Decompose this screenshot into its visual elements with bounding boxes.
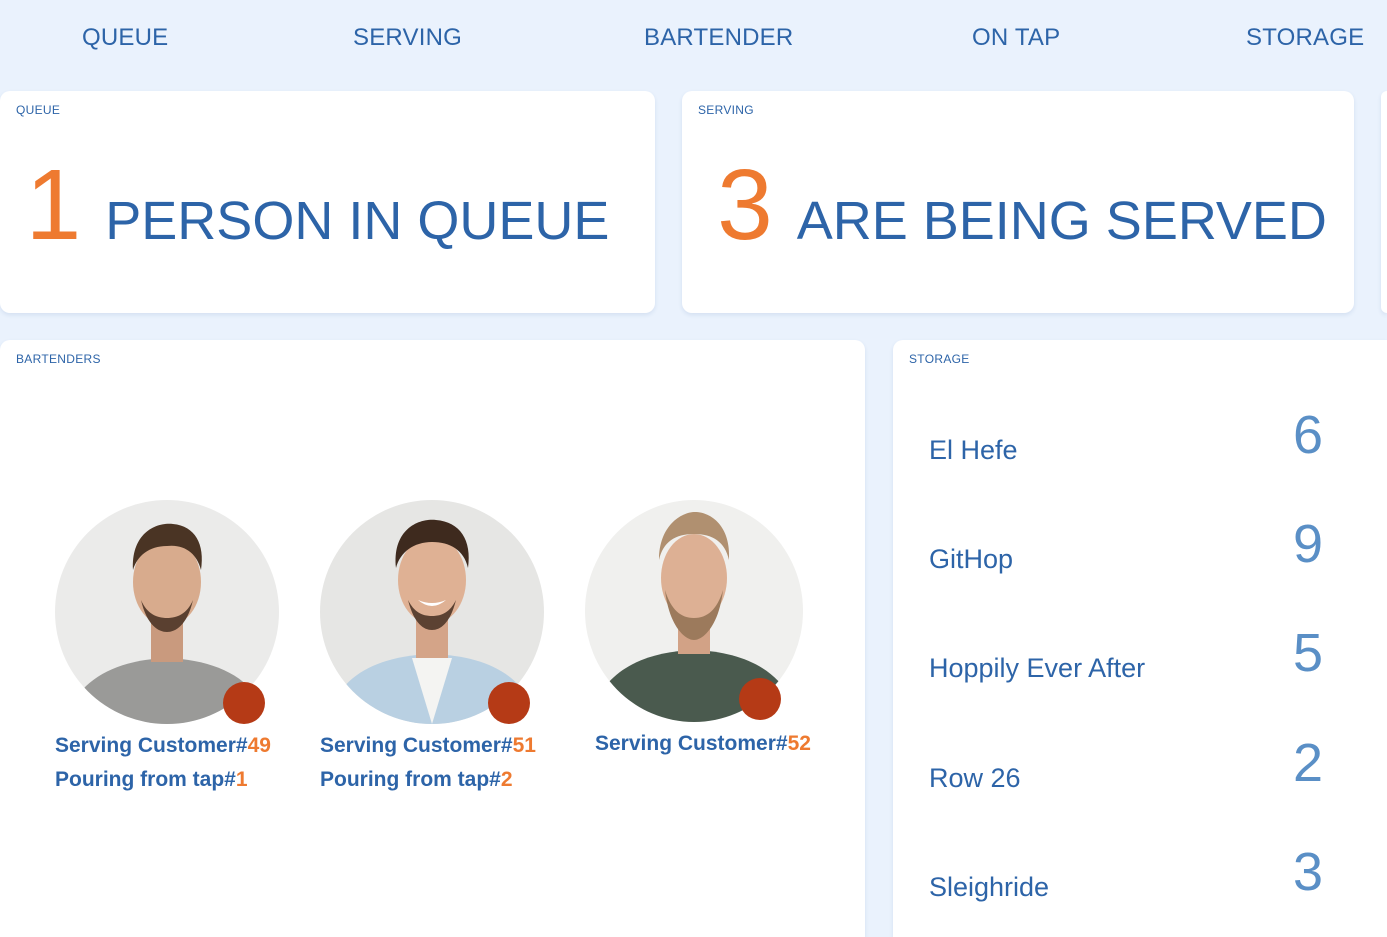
storage-row: Hoppily Ever After 5 [929, 624, 1329, 684]
keg-count: 2 [1292, 733, 1323, 793]
serving-prefix: Serving Customer# [55, 734, 248, 757]
serving-card-label: SERVING [698, 103, 754, 117]
bartenders-card-label: BARTENDERS [16, 352, 101, 366]
offscreen-card [1381, 91, 1387, 313]
keg-count: 5 [1292, 623, 1323, 683]
storage-card-label: STORAGE [909, 352, 970, 366]
queue-text: PERSON IN QUEUE [105, 191, 610, 251]
serving-customer-line: Serving Customer#49 [55, 734, 315, 758]
queue-card: QUEUE 1 PERSON IN QUEUE [0, 91, 655, 313]
nav-bartender[interactable]: BARTENDER [644, 24, 793, 52]
customer-number: 52 [787, 732, 811, 755]
serving-text: ARE BEING SERVED [796, 191, 1327, 251]
serving-count: 3 [717, 149, 773, 261]
status-indicator [488, 682, 530, 724]
avatar [55, 500, 279, 724]
bartenders-card: BARTENDERS Serving Customer#49 Pouring f… [0, 340, 865, 937]
keg-count: 9 [1292, 514, 1323, 574]
bartender-card-2[interactable]: Serving Customer#51 Pouring from tap#2 [320, 500, 580, 792]
tap-number: 1 [235, 768, 248, 791]
queue-count: 1 [25, 149, 82, 261]
customer-number: 49 [247, 734, 271, 757]
pouring-tap-line: Pouring from tap#1 [55, 768, 315, 792]
storage-row: GitHop 9 [929, 515, 1329, 575]
keg-count: 3 [1292, 842, 1323, 902]
pouring-prefix: Pouring from tap# [55, 768, 236, 791]
avatar [320, 500, 544, 724]
storage-row: Row 26 2 [929, 734, 1329, 794]
top-nav: QUEUE SERVING BARTENDER ON TAP STORAGE [0, 0, 1387, 80]
bartender-card-1[interactable]: Serving Customer#49 Pouring from tap#1 [55, 500, 315, 792]
serving-prefix: Serving Customer# [595, 732, 788, 755]
tap-number: 2 [500, 768, 513, 791]
status-indicator [223, 682, 265, 724]
serving-prefix: Serving Customer# [320, 734, 513, 757]
nav-serving[interactable]: SERVING [353, 24, 462, 52]
serving-stat: 3 ARE BEING SERVED [690, 155, 1354, 255]
nav-on-tap[interactable]: ON TAP [972, 24, 1060, 52]
queue-stat: 1 PERSON IN QUEUE [0, 155, 655, 255]
bartender-card-3[interactable]: Serving Customer#52 [585, 500, 845, 756]
storage-row: Sleighride 3 [929, 843, 1329, 903]
beer-name: Sleighride [929, 872, 1050, 902]
serving-customer-line: Serving Customer#51 [320, 734, 580, 758]
beer-name: Row 26 [929, 763, 1021, 793]
beer-name: GitHop [929, 544, 1014, 574]
pouring-tap-line: Pouring from tap#2 [320, 768, 580, 792]
serving-customer-line: Serving Customer#52 [595, 732, 845, 756]
storage-row: El Hefe 6 [929, 406, 1329, 466]
customer-number: 51 [512, 734, 536, 757]
status-indicator [739, 678, 781, 720]
queue-card-label: QUEUE [16, 103, 61, 117]
pouring-prefix: Pouring from tap# [320, 768, 501, 791]
nav-storage[interactable]: STORAGE [1246, 24, 1364, 52]
beer-name: Hoppily Ever After [929, 653, 1146, 683]
avatar [585, 500, 803, 722]
nav-queue[interactable]: QUEUE [82, 24, 168, 52]
serving-card: SERVING 3 ARE BEING SERVED [682, 91, 1354, 313]
keg-count: 6 [1292, 405, 1323, 465]
storage-card: STORAGE El Hefe 6 GitHop 9 Hoppily Ever … [893, 340, 1387, 937]
beer-name: El Hefe [929, 435, 1018, 465]
